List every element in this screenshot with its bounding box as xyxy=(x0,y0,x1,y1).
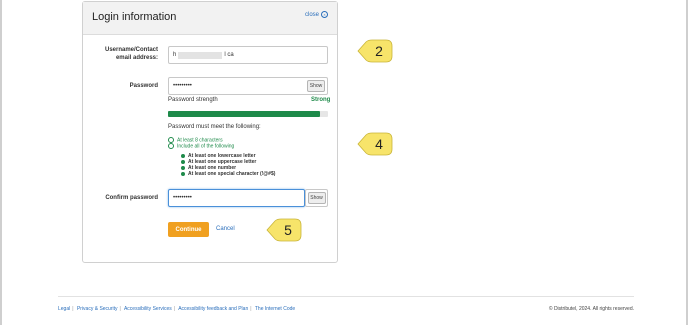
username-label: Username/Contact email address: xyxy=(100,46,158,62)
panel-title: Login information xyxy=(92,11,177,23)
close-link[interactable]: close × xyxy=(305,11,328,18)
requirement-all-following: Include all of the following xyxy=(168,143,234,149)
footer-link-legal[interactable]: Legal xyxy=(58,306,70,312)
copyright-text: © Distributel, 2024. All rights reserved… xyxy=(548,306,634,312)
password-label: Password xyxy=(129,83,158,89)
password-strength-fill xyxy=(168,111,320,117)
confirm-password-field[interactable]: ••••••••• xyxy=(168,189,305,207)
callout-number: 4 xyxy=(375,136,383,152)
confirm-masked-value: ••••••••• xyxy=(173,195,192,201)
redacted-text xyxy=(178,51,223,59)
cancel-link[interactable]: Cancel xyxy=(216,226,235,232)
footer-separator: | xyxy=(72,306,74,312)
footer-separator: | xyxy=(173,306,176,312)
password-field[interactable]: ••••••••• xyxy=(168,77,328,95)
footer-divider xyxy=(58,296,634,297)
requirement-special: At least one special character (!@#$) xyxy=(181,171,275,177)
username-value-prefix: h xyxy=(173,52,177,58)
username-value-suffix: l ca xyxy=(224,52,234,58)
requirement-all-following-text: Include all of the following xyxy=(177,143,235,150)
footer-link-accessibility-feedback[interactable]: Accessibility feedback and Plan xyxy=(178,306,248,312)
password-strength-bar xyxy=(168,111,328,117)
confirm-show-wrapper: Show xyxy=(305,189,328,207)
callout-number: 2 xyxy=(375,43,383,59)
continue-button[interactable]: Continue xyxy=(168,222,209,237)
requirement-special-text: At least one special character (!@#$) xyxy=(188,171,276,177)
password-strength-value: Strong xyxy=(311,97,331,103)
bullet-dot-icon xyxy=(181,165,185,170)
username-label-line2: email address: xyxy=(115,55,158,61)
footer-link-internet-code[interactable]: The Internet Code xyxy=(255,306,295,312)
callout-step-2: 2 xyxy=(356,39,396,63)
footer-separator: | xyxy=(119,306,121,312)
password-show-button[interactable]: Show xyxy=(307,80,325,92)
footer-separator: | xyxy=(250,306,252,312)
requirements-intro: Password must meet the following: xyxy=(168,124,261,130)
username-label-line1: Username/Contact xyxy=(104,47,158,53)
bullet-dot-icon xyxy=(181,159,185,164)
close-circle-icon[interactable]: × xyxy=(321,11,328,18)
callout-number: 5 xyxy=(284,222,292,238)
footer-link-privacy[interactable]: Privacy & Security xyxy=(77,306,118,312)
password-masked-value: ••••••••• xyxy=(173,83,192,89)
confirm-show-button[interactable]: Show xyxy=(307,192,326,204)
check-circle-icon xyxy=(168,143,174,149)
bullet-dot-icon xyxy=(181,153,185,158)
confirm-password-label: Confirm password xyxy=(105,195,158,201)
callout-step-4: 4 xyxy=(356,132,396,156)
footer-links: Legal | Privacy & Security | Accessibility… xyxy=(58,306,295,312)
left-border xyxy=(0,0,2,325)
password-strength-label: Password strength xyxy=(168,97,218,103)
panel-header: Login information close × xyxy=(83,2,337,35)
username-field[interactable]: h l ca xyxy=(168,46,328,64)
callout-step-5: 5 xyxy=(265,218,305,242)
bullet-dot-icon xyxy=(181,171,185,176)
close-label[interactable]: close xyxy=(305,12,319,18)
footer-link-accessibility-services[interactable]: Accessibility Services xyxy=(124,306,172,312)
